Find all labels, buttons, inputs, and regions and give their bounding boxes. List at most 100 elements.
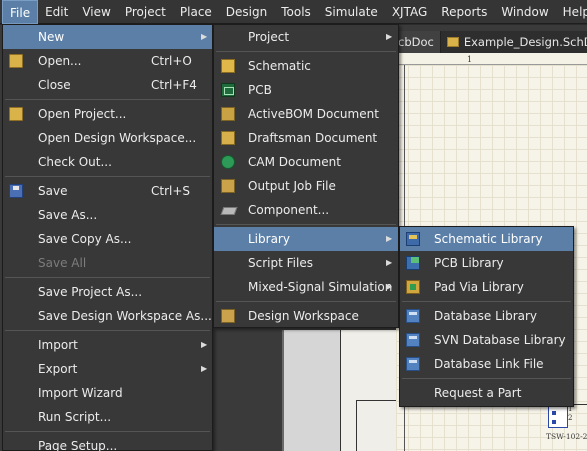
new-menu-pcb[interactable]: PCB <box>214 78 398 102</box>
file-menu-save-as[interactable]: Save As... <box>3 203 212 227</box>
file-menu-save-design-workspace-as[interactable]: Save Design Workspace As... <box>3 304 212 328</box>
file-menu-open-design-workspace[interactable]: Open Design Workspace... <box>3 126 212 150</box>
menu-bar: File Edit View Project Place Design Tool… <box>0 0 587 24</box>
menu-item-label: Component... <box>248 203 330 217</box>
tab-pcb-doc[interactable]: cbDoc <box>396 31 441 53</box>
menu-project[interactable]: Project <box>118 0 173 24</box>
new-menu-activebom[interactable]: ActiveBOM Document <box>214 102 398 126</box>
file-menu-save-all: Save All <box>3 251 212 275</box>
pin-marker <box>552 420 556 424</box>
new-menu-library[interactable]: Library ▶ <box>214 227 398 251</box>
library-menu-schematic-library[interactable]: Schematic Library <box>400 227 573 251</box>
schematic-ruler <box>396 53 587 65</box>
new-menu-component[interactable]: Component... <box>214 198 398 222</box>
menu-item-label: Check Out... <box>38 155 112 169</box>
file-menu-check-out[interactable]: Check Out... <box>3 150 212 174</box>
file-menu-open[interactable]: Open... Ctrl+O <box>3 49 212 73</box>
menu-item-label: Save <box>38 184 68 198</box>
submenu-arrow-icon: ▶ <box>201 364 208 373</box>
header-component[interactable] <box>548 406 568 428</box>
library-menu-pcb-library[interactable]: PCB Library <box>400 251 573 275</box>
menu-item-label: CAM Document <box>248 155 341 169</box>
library-menu-svn-database-library[interactable]: SVN Database Library <box>400 328 573 352</box>
pin-number: 2 <box>568 414 573 422</box>
library-menu-pad-via-library[interactable]: Pad Via Library <box>400 275 573 299</box>
menu-shortcut: Ctrl+O <box>151 54 192 68</box>
submenu-arrow-icon: ▶ <box>386 32 393 41</box>
open-project-icon <box>9 107 23 121</box>
menu-item-label: Page Setup... <box>38 439 118 451</box>
menu-xjtag[interactable]: XJTAG <box>385 0 434 24</box>
menu-item-label: Open Project... <box>38 107 127 121</box>
menu-tools[interactable]: Tools <box>274 0 318 24</box>
file-menu-export[interactable]: Export ▶ <box>3 357 212 381</box>
menu-item-label: Script Files <box>248 256 313 270</box>
menu-help[interactable]: Help <box>556 0 587 24</box>
file-menu-import-wizard[interactable]: Import Wizard <box>3 381 212 405</box>
new-menu-project[interactable]: Project ▶ <box>214 25 398 49</box>
new-menu-schematic[interactable]: Schematic <box>214 54 398 78</box>
menu-edit[interactable]: Edit <box>38 0 75 24</box>
library-menu-database-library[interactable]: Database Library <box>400 304 573 328</box>
file-menu-import[interactable]: Import ▶ <box>3 333 212 357</box>
menu-place[interactable]: Place <box>173 0 219 24</box>
file-menu-open-project[interactable]: Open Project... <box>3 102 212 126</box>
component-icon <box>221 203 235 217</box>
design-workspace-icon <box>221 309 235 323</box>
new-menu-output-job[interactable]: Output Job File <box>214 174 398 198</box>
draftsman-icon <box>221 131 235 145</box>
menu-item-label: Pad Via Library <box>434 280 524 294</box>
menu-item-label: Save Project As... <box>38 285 143 299</box>
output-job-icon <box>221 179 235 193</box>
open-folder-icon <box>9 54 23 68</box>
menu-item-label: Import <box>38 338 78 352</box>
menu-shortcut: Ctrl+F4 <box>151 78 197 92</box>
file-menu-close[interactable]: Close Ctrl+F4 <box>3 73 212 97</box>
menu-simulate[interactable]: Simulate <box>318 0 385 24</box>
file-menu-run-script[interactable]: Run Script... <box>3 405 212 429</box>
file-menu-new[interactable]: New ▶ <box>3 25 212 49</box>
menu-reports[interactable]: Reports <box>434 0 494 24</box>
menu-item-label: Output Job File <box>248 179 336 193</box>
svn-database-library-icon <box>406 333 420 347</box>
database-library-icon <box>406 309 420 323</box>
menu-item-label: Database Library <box>434 309 538 323</box>
new-submenu: Project ▶ Schematic PCB ActiveBOM Docume… <box>213 24 399 328</box>
tab-label: Example_Design.SchDoc <box>463 35 587 49</box>
file-menu-save[interactable]: Save Ctrl+S <box>3 179 212 203</box>
menu-item-label: Schematic <box>248 59 311 73</box>
menu-item-label: Design Workspace <box>248 309 359 323</box>
menu-window[interactable]: Window <box>494 0 555 24</box>
menu-item-label: ActiveBOM Document <box>248 107 379 121</box>
submenu-arrow-icon: ▶ <box>386 282 393 291</box>
new-menu-draftsman[interactable]: Draftsman Document <box>214 126 398 150</box>
menu-item-label: Import Wizard <box>38 386 123 400</box>
file-menu-page-setup[interactable]: Page Setup... <box>3 434 212 451</box>
submenu-arrow-icon: ▶ <box>201 340 208 349</box>
new-menu-design-workspace[interactable]: Design Workspace <box>214 304 398 328</box>
menu-shortcut: Ctrl+S <box>151 184 191 198</box>
menu-item-label: Schematic Library <box>434 232 543 246</box>
activebom-icon <box>221 107 235 121</box>
menu-file[interactable]: File <box>2 0 39 24</box>
tab-example-design-schdoc[interactable]: Example_Design.SchDoc <box>440 31 587 53</box>
file-menu-save-project-as[interactable]: Save Project As... <box>3 280 212 304</box>
menu-item-label: Database Link File <box>434 357 544 371</box>
library-menu-request-a-part[interactable]: Request a Part <box>400 381 573 405</box>
menu-item-label: Close <box>38 78 71 92</box>
pad-via-library-icon <box>406 280 420 294</box>
new-menu-cam[interactable]: CAM Document <box>214 150 398 174</box>
menu-item-label: Mixed-Signal Simulation <box>248 280 393 294</box>
menu-item-label: Export <box>38 362 78 376</box>
schematic-icon <box>221 59 235 73</box>
new-menu-script-files[interactable]: Script Files ▶ <box>214 251 398 275</box>
menu-item-label: Open... <box>38 54 82 68</box>
menu-design[interactable]: Design <box>219 0 274 24</box>
ruler-label: 1 <box>467 55 473 64</box>
new-menu-mixed-signal-simulation[interactable]: Mixed-Signal Simulation ▶ <box>214 275 398 299</box>
file-menu-save-copy-as[interactable]: Save Copy As... <box>3 227 212 251</box>
menu-item-label: PCB Library <box>434 256 504 270</box>
menu-view[interactable]: View <box>75 0 117 24</box>
library-menu-database-link-file[interactable]: Database Link File <box>400 352 573 376</box>
menu-item-label: Request a Part <box>434 386 522 400</box>
